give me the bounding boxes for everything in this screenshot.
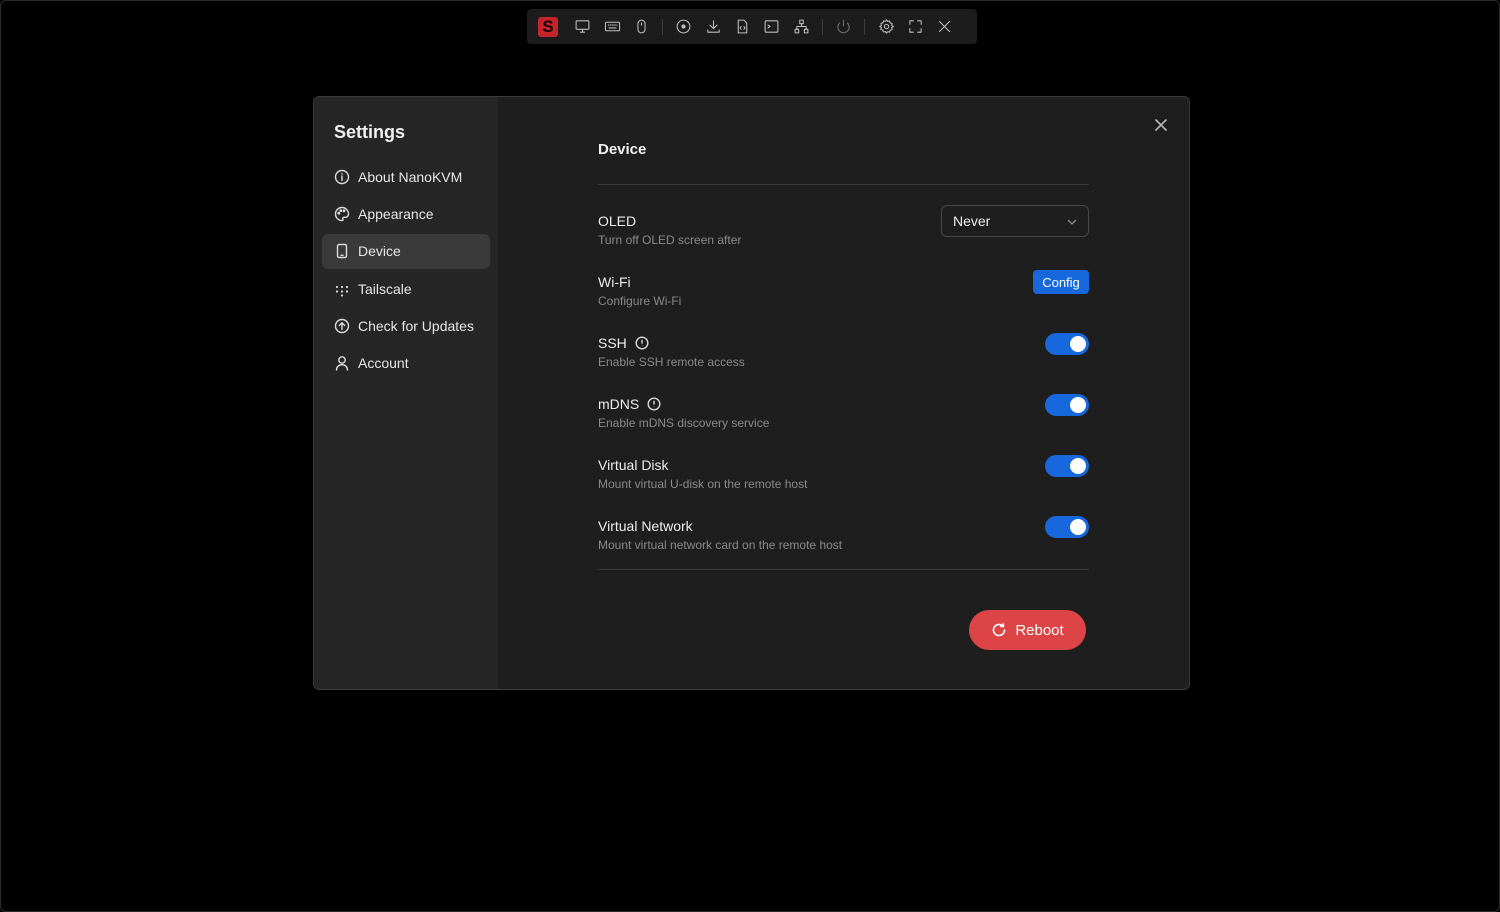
ssh-toggle[interactable] <box>1045 333 1089 355</box>
refresh-icon <box>993 623 1006 637</box>
toggle-knob <box>1070 458 1086 474</box>
close-icon <box>1154 118 1168 132</box>
mdns-description: Enable mDNS discovery service <box>598 416 770 430</box>
toggle-knob <box>1070 336 1086 352</box>
sidebar-item-updates[interactable]: Check for Updates <box>322 309 490 344</box>
oled-label: OLED <box>598 213 637 229</box>
virtual-disk-toggle[interactable] <box>1045 455 1089 477</box>
info-icon[interactable] <box>647 397 661 411</box>
virtual-disk-label: Virtual Disk <box>598 457 669 473</box>
settings-content: Device OLED Turn off OLED screen after N… <box>498 97 1189 689</box>
disc-icon[interactable] <box>673 16 695 38</box>
page-title: Device <box>598 141 647 158</box>
info-icon[interactable] <box>635 336 649 350</box>
sidebar-item-tailscale[interactable]: Tailscale <box>322 271 490 306</box>
virtual-disk-setting-row: Virtual Disk Mount virtual U-disk on the… <box>598 455 1089 518</box>
mouse-icon[interactable] <box>630 16 652 38</box>
terminal-icon[interactable] <box>761 16 783 38</box>
sidebar-item-appearance[interactable]: Appearance <box>322 196 490 231</box>
chevron-down-icon <box>1066 215 1078 227</box>
file-icon[interactable] <box>732 16 754 38</box>
wifi-label: Wi-Fi <box>598 274 631 290</box>
settings-sidebar: Settings About NanoKVM Appearance Device… <box>314 97 498 689</box>
arrow-up-circle-icon <box>334 318 350 334</box>
toggle-knob <box>1070 519 1086 535</box>
sidebar-item-label: Check for Updates <box>358 318 474 335</box>
virtual-network-toggle[interactable] <box>1045 516 1089 538</box>
sidebar-item-about[interactable]: About NanoKVM <box>322 159 490 194</box>
phone-icon <box>334 243 350 259</box>
virtual-network-setting-row: Virtual Network Mount virtual network ca… <box>598 516 1089 569</box>
ssh-label-wrap: SSH <box>598 335 649 351</box>
mdns-setting-row: mDNS Enable mDNS discovery service <box>598 394 1089 457</box>
sidebar-item-account[interactable]: Account <box>322 346 490 381</box>
tailscale-icon <box>334 281 350 297</box>
mdns-label-wrap: mDNS <box>598 396 661 412</box>
gear-icon[interactable] <box>875 16 897 38</box>
info-icon <box>334 169 350 185</box>
divider <box>598 569 1089 570</box>
oled-setting-row: OLED Turn off OLED screen after Never <box>598 205 1089 274</box>
fullscreen-icon[interactable] <box>904 16 926 38</box>
virtual-disk-description: Mount virtual U-disk on the remote host <box>598 477 808 491</box>
sidebar-item-label: About NanoKVM <box>358 168 463 185</box>
power-icon[interactable] <box>833 16 855 38</box>
reboot-label: Reboot <box>1015 621 1064 639</box>
sidebar-item-label: Account <box>358 355 409 372</box>
monitor-icon[interactable] <box>572 16 594 38</box>
sidebar-item-label: Device <box>358 243 401 260</box>
sidebar-item-label: Tailscale <box>358 280 412 297</box>
ssh-description: Enable SSH remote access <box>598 355 745 369</box>
wifi-setting-row: Wi-Fi Configure Wi-Fi Config <box>598 270 1089 335</box>
reboot-button[interactable]: Reboot <box>969 610 1086 650</box>
virtual-network-description: Mount virtual network card on the remote… <box>598 538 843 552</box>
virtual-network-label: Virtual Network <box>598 518 693 534</box>
oled-timeout-select[interactable]: Never <box>941 205 1089 237</box>
mdns-label: mDNS <box>598 396 640 412</box>
download-icon[interactable] <box>702 16 724 38</box>
user-icon <box>334 355 350 372</box>
oled-timeout-value: Never <box>953 213 991 229</box>
device-panel: Device OLED Turn off OLED screen after N… <box>598 141 1089 570</box>
close-icon[interactable] <box>934 16 956 38</box>
keyboard-icon[interactable] <box>601 16 623 38</box>
toolbar-divider <box>822 18 823 35</box>
top-toolbar: S <box>527 9 977 44</box>
modal-close-button[interactable] <box>1151 115 1171 135</box>
mdns-toggle[interactable] <box>1045 394 1089 416</box>
network-icon[interactable] <box>790 16 812 38</box>
app-logo[interactable]: S <box>538 16 558 37</box>
wifi-description: Configure Wi-Fi <box>598 294 682 308</box>
settings-modal: Settings About NanoKVM Appearance Device… <box>313 96 1190 690</box>
wifi-config-button[interactable]: Config <box>1033 270 1089 294</box>
toolbar-divider <box>864 18 866 35</box>
sidebar-item-device[interactable]: Device <box>322 233 490 269</box>
toggle-knob <box>1070 397 1086 413</box>
oled-description: Turn off OLED screen after <box>598 233 742 247</box>
ssh-setting-row: SSH Enable SSH remote access <box>598 333 1089 396</box>
palette-icon <box>334 206 350 222</box>
ssh-label: SSH <box>598 335 627 351</box>
toolbar-divider <box>662 18 664 35</box>
settings-title: Settings <box>334 122 406 142</box>
sidebar-item-label: Appearance <box>358 205 434 222</box>
